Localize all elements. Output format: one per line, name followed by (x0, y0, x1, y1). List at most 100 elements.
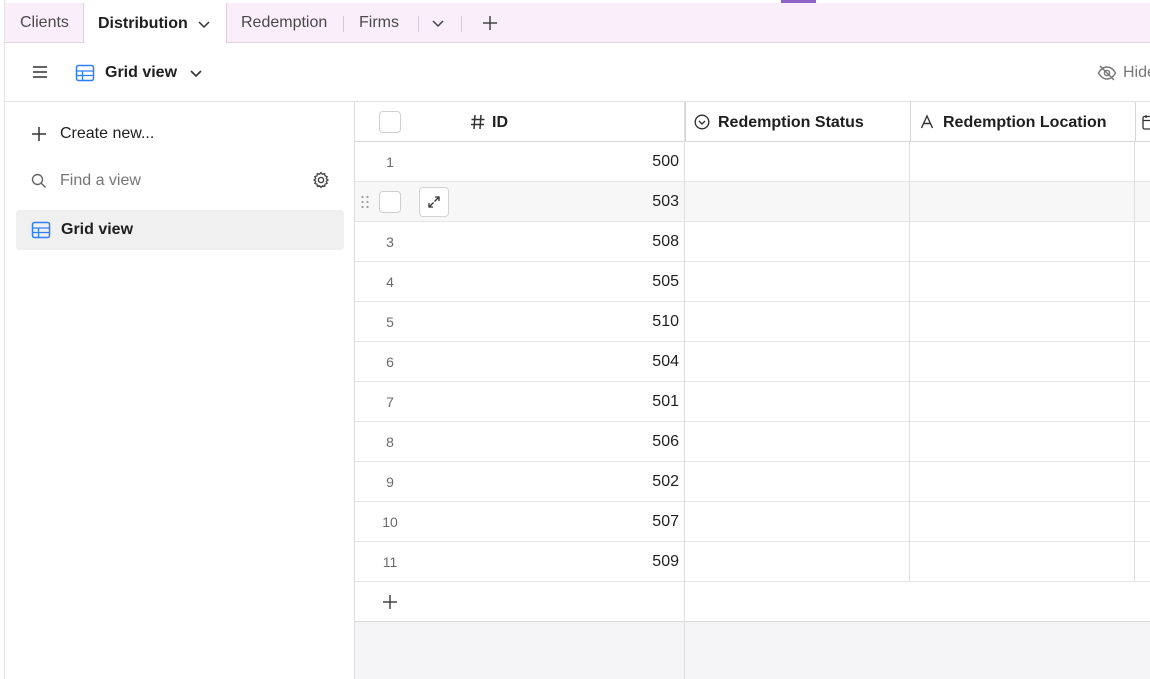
tab-clients[interactable]: Clients (20, 3, 69, 43)
location-cell[interactable] (910, 142, 1135, 182)
drag-handle-icon[interactable] (360, 195, 370, 209)
location-cell[interactable] (910, 342, 1135, 382)
add-tab-plus-icon[interactable] (479, 12, 501, 34)
id-cell[interactable]: 9 502 (355, 462, 685, 502)
expand-record-button[interactable] (419, 187, 449, 217)
column-header-redemption-location[interactable]: Redemption Location (910, 102, 1135, 142)
next-cell[interactable] (1135, 302, 1150, 342)
column-divider (1134, 142, 1135, 582)
id-value: 510 (652, 313, 679, 330)
id-value: 502 (652, 473, 679, 490)
id-cell[interactable]: 6 504 (355, 342, 685, 382)
status-cell[interactable] (685, 182, 910, 222)
id-value: 500 (652, 153, 679, 170)
status-cell[interactable] (685, 262, 910, 302)
row-6[interactable]: 6 504 (355, 342, 1150, 382)
row-11[interactable]: 11 509 (355, 542, 1150, 582)
row-number: 1 (386, 154, 394, 170)
status-cell[interactable] (685, 462, 910, 502)
next-cell[interactable] (1135, 182, 1150, 222)
find-view-input[interactable] (60, 172, 290, 190)
status-cell[interactable] (685, 382, 910, 422)
status-cell[interactable] (685, 342, 910, 382)
row-number: 5 (386, 314, 394, 330)
row-3[interactable]: 3 508 (355, 222, 1150, 262)
chevron-down-icon[interactable] (197, 17, 211, 31)
row-8[interactable]: 8 506 (355, 422, 1150, 462)
location-cell[interactable] (910, 502, 1135, 542)
add-row-plus-icon[interactable] (382, 594, 398, 610)
sidebar-view-label: Grid view (61, 221, 134, 238)
id-cell[interactable]: 11 509 (355, 542, 685, 582)
create-new-view-button[interactable]: Create new... (31, 124, 154, 144)
id-cell[interactable]: 8 506 (355, 422, 685, 462)
id-cell[interactable]: 3 508 (355, 222, 685, 262)
menu-hamburger-icon[interactable] (31, 63, 49, 81)
next-cell[interactable] (1135, 142, 1150, 182)
location-cell[interactable] (910, 382, 1135, 422)
next-cell[interactable] (1135, 502, 1150, 542)
tab-redemption[interactable]: Redemption (241, 3, 327, 43)
row-number: 10 (382, 514, 398, 530)
find-view-search[interactable] (31, 170, 341, 192)
next-cell[interactable] (1135, 422, 1150, 462)
tab-label: Firms (359, 14, 399, 31)
add-row[interactable] (355, 582, 1150, 622)
status-cell[interactable] (685, 222, 910, 262)
location-cell[interactable] (910, 302, 1135, 342)
id-value: 503 (652, 193, 679, 210)
more-tabs-chevron-icon[interactable] (427, 12, 449, 34)
row-4[interactable]: 4 505 (355, 262, 1150, 302)
row-9[interactable]: 9 502 (355, 462, 1150, 502)
id-cell[interactable]: 1 500 (355, 142, 685, 182)
row-5[interactable]: 5 510 (355, 302, 1150, 342)
select-all-checkbox[interactable] (379, 111, 401, 133)
column-header-next[interactable] (1135, 102, 1150, 142)
row-number: 4 (386, 274, 394, 290)
id-cell[interactable]: 7 501 (355, 382, 685, 422)
status-cell[interactable] (685, 142, 910, 182)
status-cell[interactable] (685, 502, 910, 542)
id-value: 504 (652, 353, 679, 370)
column-header-id[interactable]: ID (355, 102, 685, 142)
view-switcher-button[interactable]: Grid view (75, 60, 203, 86)
view-toolbar: Grid view Hide (5, 43, 1150, 102)
create-new-label: Create new... (60, 125, 155, 142)
id-cell[interactable]: 503 (355, 182, 685, 222)
location-cell[interactable] (910, 422, 1135, 462)
row-10[interactable]: 10 507 (355, 502, 1150, 542)
location-cell[interactable] (910, 542, 1135, 582)
hide-fields-label: Hide (1123, 64, 1150, 81)
status-cell[interactable] (685, 422, 910, 462)
next-cell[interactable] (1135, 342, 1150, 382)
location-cell[interactable] (910, 182, 1135, 222)
id-cell[interactable]: 4 505 (355, 262, 685, 302)
location-cell[interactable] (910, 262, 1135, 302)
location-cell[interactable] (910, 222, 1135, 262)
sidebar-item-grid-view-content[interactable]: Grid view (31, 220, 133, 240)
status-cell[interactable] (685, 302, 910, 342)
next-cell[interactable] (1135, 462, 1150, 502)
status-icon (694, 114, 710, 130)
hide-fields-button[interactable]: Hide (1097, 62, 1150, 84)
next-cell[interactable] (1135, 222, 1150, 262)
row-7[interactable]: 7 501 (355, 382, 1150, 422)
row-2[interactable]: 503 (355, 182, 1150, 222)
id-cell[interactable]: 5 510 (355, 302, 685, 342)
column-header-label: ID (492, 114, 508, 131)
id-value: 507 (652, 513, 679, 530)
next-cell[interactable] (1135, 542, 1150, 582)
add-row-cell[interactable] (355, 582, 1150, 622)
id-value: 501 (652, 393, 679, 410)
id-cell[interactable]: 10 507 (355, 502, 685, 542)
row-1[interactable]: 1 500 (355, 142, 1150, 182)
column-header-redemption-status[interactable]: Redemption Status (685, 102, 910, 142)
status-cell[interactable] (685, 542, 910, 582)
row-checkbox[interactable] (379, 191, 401, 213)
location-cell[interactable] (910, 462, 1135, 502)
view-settings-gear-icon[interactable] (312, 170, 332, 190)
next-cell[interactable] (1135, 382, 1150, 422)
tab-firms[interactable]: Firms (359, 3, 399, 43)
tab-distribution[interactable]: Distribution (83, 3, 227, 44)
next-cell[interactable] (1135, 262, 1150, 302)
